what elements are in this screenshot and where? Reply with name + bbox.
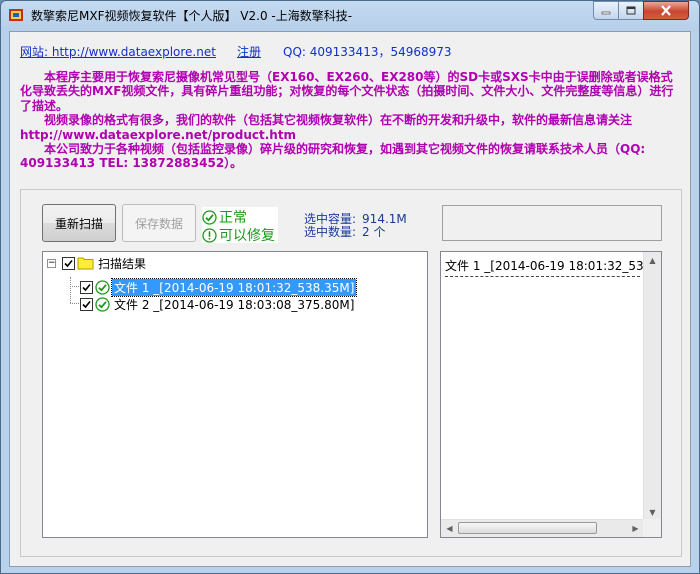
tree-item-file-2[interactable]: 文件 2 _[2014-06-19 18:03:08_375.80M] [80, 296, 354, 312]
file-detail-text: 文件 1 _[2014-06-19 18:01:32_538.35M [445, 259, 662, 273]
description-paragraph-3: 本公司致力于各种视频（包括监控录像）碎片级的研究和恢复，如遇到其它视频文件的恢复… [20, 142, 646, 171]
file-detail-panel[interactable]: 文件 1 _[2014-06-19 18:01:32_538.35M ▲ ▼ ◀… [440, 251, 662, 538]
horizontal-scrollbar[interactable]: ◀ ▶ [441, 519, 644, 537]
scroll-left-icon[interactable]: ◀ [441, 520, 458, 537]
info-box [442, 205, 662, 241]
checkmark-circle-icon [95, 279, 110, 295]
file-1-checkbox[interactable] [80, 280, 93, 294]
selected-count-label: 选中数量: [304, 225, 357, 239]
close-icon [661, 5, 671, 16]
title-bar[interactable]: 数擎索尼MXF视频恢复软件【个人版】 V2.0 -上海数擎科技- [1, 1, 699, 29]
horizontal-scroll-thumb[interactable] [458, 522, 597, 534]
tree-item-file-1[interactable]: 文件 1 _[2014-06-19 18:01:32_538.35M] [80, 277, 358, 297]
checkmark-circle-icon [95, 296, 110, 312]
check-icon [82, 283, 91, 291]
selected-count-value: 2 个 [362, 225, 386, 239]
client-area: 网站: http://www.dataexplore.net 注册 QQ: 40… [9, 31, 691, 567]
qq-contact: QQ: 409133413，54968973 [283, 45, 452, 59]
folder-icon [77, 257, 94, 270]
minimize-button[interactable] [593, 1, 619, 20]
minimize-icon [601, 11, 611, 14]
description-paragraph-1: 本程序主要用于恢复索尼摄像机常见型号（EX160、EX260、EX280等）的S… [20, 70, 674, 113]
collapse-icon[interactable]: − [47, 258, 56, 268]
legend-repairable: 可以修复 [202, 225, 275, 245]
file-1-label: 文件 1 _[2014-06-19 18:01:32_538.35M] [110, 277, 358, 297]
scroll-up-icon[interactable]: ▲ [644, 252, 661, 269]
scroll-right-icon[interactable]: ▶ [627, 520, 644, 537]
maximize-button[interactable] [618, 1, 644, 20]
window-title: 数擎索尼MXF视频恢复软件【个人版】 V2.0 -上海数擎科技- [31, 9, 353, 23]
legend-normal: 正常 [202, 207, 247, 227]
tree-root[interactable]: − 扫描结果 [47, 255, 146, 271]
description-text: 本程序主要用于恢复索尼摄像机常见型号（EX160、EX260、EX280等）的S… [20, 70, 684, 171]
app-icon [9, 9, 23, 21]
root-checkbox[interactable] [62, 256, 75, 270]
detail-separator [445, 276, 640, 277]
file-2-label: 文件 2 _[2014-06-19 18:03:08_375.80M] [114, 297, 355, 312]
checkmark-circle-icon [202, 209, 217, 225]
vertical-scrollbar[interactable]: ▲ ▼ [643, 252, 661, 521]
tree-root-label: 扫描结果 [98, 256, 147, 271]
legend-normal-label: 正常 [219, 210, 247, 226]
check-icon [64, 259, 73, 267]
status-legend: 正常 可以修复 [202, 207, 278, 245]
selected-count: 选中数量: 2 个 [304, 223, 386, 240]
scan-result-tree[interactable]: − 扫描结果 文件 1 _[2014-06-19 18:01:32_538.35… [42, 251, 428, 538]
legend-repairable-label: 可以修复 [219, 228, 275, 244]
maximize-icon [626, 6, 636, 15]
close-button[interactable] [643, 1, 689, 20]
exclamation-circle-icon [202, 227, 217, 243]
check-icon [82, 300, 91, 308]
main-window: 数擎索尼MXF视频恢复软件【个人版】 V2.0 -上海数擎科技- 网站: htt… [0, 0, 700, 574]
description-paragraph-2: 视频录像的格式有很多，我们的软件（包括其它视频恢复软件）在不断的开发和升级中，软… [20, 113, 633, 142]
file-2-checkbox[interactable] [80, 297, 93, 311]
save-data-button[interactable]: 保存数据 [122, 204, 196, 242]
register-link[interactable]: 注册 [237, 43, 261, 60]
rescan-button[interactable]: 重新扫描 [42, 204, 116, 242]
scroll-corner [643, 519, 661, 537]
website-link[interactable]: 网站: http://www.dataexplore.net [20, 43, 216, 60]
